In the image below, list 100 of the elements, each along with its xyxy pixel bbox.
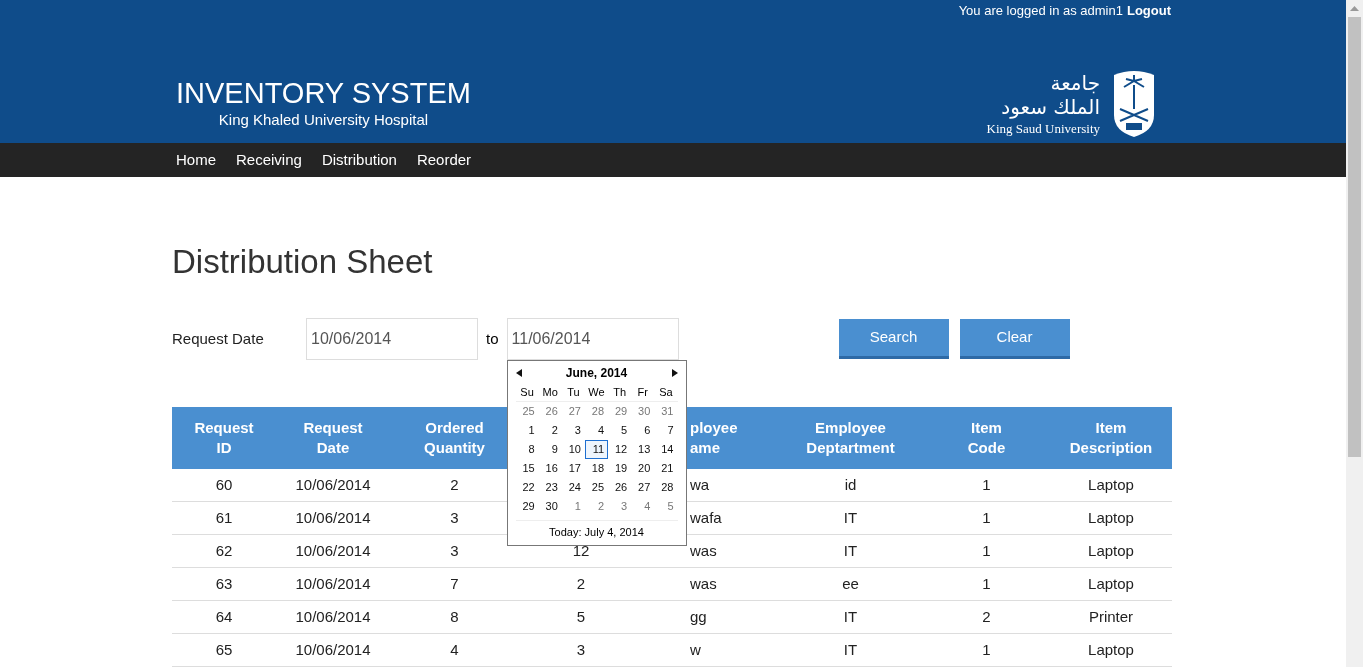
column-header: ployee ame (690, 418, 738, 458)
calendar-day[interactable]: 25 (515, 402, 539, 421)
calendar-day[interactable]: 11 (584, 440, 609, 459)
calendar-day[interactable]: 12 (608, 440, 632, 459)
calendar-day[interactable]: 23 (538, 478, 562, 497)
calendar-day[interactable]: 30 (538, 497, 562, 516)
calendar-day[interactable]: 3 (608, 497, 632, 516)
calendar-day[interactable]: 10 (561, 440, 585, 459)
table-cell: 10/06/2014 (295, 508, 371, 526)
calendar-day[interactable]: 24 (561, 478, 585, 497)
table-cell: 8 (450, 607, 459, 625)
calendar-day[interactable]: 7 (654, 421, 678, 440)
calendar-day[interactable]: 4 (584, 421, 609, 440)
table-cell: 10/06/2014 (295, 475, 371, 493)
request-date-label: Request Date (172, 328, 265, 349)
calendar-day[interactable]: 26 (608, 478, 632, 497)
hospital-name: King Khaled University Hospital (218, 110, 429, 130)
calendar-day[interactable]: 5 (654, 497, 678, 516)
table-cell: was (690, 541, 717, 559)
weekday-label: Fr (636, 385, 649, 400)
table-cell: Laptop (1088, 475, 1134, 493)
table-cell: IT (843, 640, 858, 658)
column-header: Request ID (194, 418, 254, 458)
table-cell: 1 (982, 574, 991, 592)
calendar-day[interactable]: 13 (631, 440, 655, 459)
university-arabic-name: الملك سعود (1001, 94, 1100, 119)
calendar-day[interactable]: 8 (515, 440, 539, 459)
table-cell: ee (842, 574, 859, 592)
university-arabic-name: جامعة (1050, 70, 1100, 95)
calendar-day[interactable]: 28 (584, 402, 609, 421)
table-cell: IT (843, 607, 858, 625)
column-header: Request Date (303, 418, 363, 458)
table-cell: 64 (215, 607, 233, 625)
weekday-label: Su (519, 385, 535, 400)
today-label: Today: July 4, 2014 (549, 526, 644, 538)
table-cell: gg (690, 607, 707, 625)
calendar-day[interactable]: 30 (631, 402, 655, 421)
table-cell: 10/06/2014 (295, 541, 371, 559)
calendar-day[interactable]: 2 (538, 421, 562, 440)
calendar-day[interactable]: 27 (561, 402, 585, 421)
nav-link[interactable]: Distribution (321, 148, 397, 172)
calendar-day[interactable]: 27 (631, 478, 655, 497)
table-cell: 3 (450, 508, 459, 526)
calendar-day[interactable]: 6 (631, 421, 655, 440)
calendar-day[interactable]: 1 (561, 497, 585, 516)
calendar-day[interactable]: 19 (608, 459, 632, 478)
calendar-day[interactable]: 18 (584, 459, 609, 478)
table-cell: 12 (572, 541, 590, 559)
weekday-label: Tu (566, 385, 581, 400)
calendar-day[interactable]: 25 (584, 478, 609, 497)
calendar-day[interactable]: 14 (654, 440, 678, 459)
calendar-day[interactable]: 15 (515, 459, 539, 478)
calendar-day[interactable]: 22 (515, 478, 539, 497)
logout-link[interactable]: Logout (1126, 1, 1171, 21)
table-cell: 65 (215, 640, 233, 658)
calendar-day[interactable]: 21 (654, 459, 678, 478)
from-date-field[interactable]: 10/06/2014 (306, 318, 478, 360)
calendar-day[interactable]: 5 (608, 421, 632, 440)
calendar-day[interactable]: 31 (654, 402, 678, 421)
nav-link[interactable]: Home (176, 148, 216, 172)
calendar-month: June, 2014 (565, 365, 628, 382)
scrollbar-thumb[interactable] (1348, 17, 1361, 457)
table-cell: 3 (576, 640, 586, 658)
calendar-day[interactable]: 28 (654, 478, 678, 497)
table-cell: wa (690, 475, 710, 493)
column-header: Ordered Quantity (424, 418, 485, 458)
calendar-day[interactable]: 29 (608, 402, 632, 421)
to-date-field[interactable]: 11/06/2014 (506, 318, 679, 360)
scrollbar[interactable] (1346, 0, 1363, 667)
previous-month-icon[interactable] (515, 369, 522, 377)
calendar-day[interactable]: 4 (631, 497, 655, 516)
column-header: Employee Deptartment (806, 418, 895, 458)
calendar-day[interactable]: 26 (538, 402, 562, 421)
table-cell: was (690, 574, 717, 592)
table-cell: w (690, 640, 701, 658)
table-cell: 1 (982, 508, 991, 526)
table-cell: 10/06/2014 (295, 574, 371, 592)
weekday-label: Mo (541, 385, 559, 400)
table-cell: 60 (215, 475, 233, 493)
calendar-day[interactable]: 20 (631, 459, 655, 478)
palm-shield-icon (1112, 71, 1156, 138)
calendar-day[interactable]: 1 (515, 421, 539, 440)
table-cell: 4 (450, 640, 459, 658)
calendar-day[interactable]: 2 (584, 497, 609, 516)
weekday-label: Th (612, 385, 628, 400)
nav-link[interactable]: Receiving (236, 148, 302, 172)
nav-link[interactable]: Reorder (416, 148, 472, 172)
app-title: INVENTORY SYSTEM (176, 77, 471, 109)
calendar-day[interactable]: 16 (538, 459, 562, 478)
table-cell: 10/06/2014 (295, 607, 371, 625)
calendar-day[interactable]: 9 (538, 440, 562, 459)
table-cell: 62 (215, 541, 233, 559)
next-month-icon[interactable] (671, 369, 678, 377)
calendar-day[interactable]: 29 (515, 497, 539, 516)
weekday-label: Sa (658, 385, 674, 400)
scroll-up-icon[interactable] (1350, 6, 1359, 11)
calendar-day[interactable]: 3 (561, 421, 585, 440)
table-cell: Printer (1088, 607, 1134, 625)
calendar-day[interactable]: 17 (561, 459, 585, 478)
university-name: King Saud University (986, 119, 1100, 138)
